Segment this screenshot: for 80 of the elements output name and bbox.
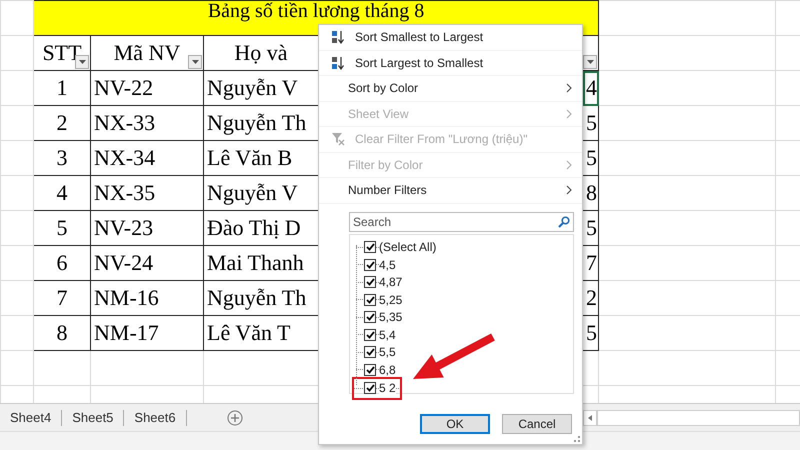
filter-button[interactable] <box>584 55 598 69</box>
checkbox[interactable] <box>364 364 376 376</box>
table-cell: 8 <box>586 180 597 205</box>
column-header: STT <box>42 40 82 65</box>
table-cell: 6 <box>56 250 68 275</box>
sheet-tab[interactable]: Sheet5 <box>62 410 124 426</box>
sheet-tab[interactable]: Sheet4 <box>0 410 62 426</box>
table-cell: NX-34 <box>94 145 156 170</box>
table-cell: 5 <box>56 215 68 240</box>
sort-ascending-icon <box>331 30 345 44</box>
table-cell: NX-33 <box>94 110 156 135</box>
value-label: 5,35 <box>379 310 402 324</box>
table-cell: 4 <box>56 180 68 205</box>
table-cell: Đào Thị D <box>207 215 301 240</box>
chevron-right-icon <box>566 185 572 196</box>
value-label: (Select All) <box>379 240 436 254</box>
table-cell: NV-24 <box>94 250 154 275</box>
table-cell: 8 <box>56 320 68 345</box>
checkbox[interactable] <box>364 241 376 254</box>
value-label: 5,25 <box>379 292 402 307</box>
table-cell: 5 <box>586 320 597 345</box>
value-label: 5 2 <box>379 381 396 395</box>
table-cell: Lê Văn T <box>207 320 290 345</box>
menu-item[interactable]: Sort by Color <box>319 76 582 102</box>
menu-item[interactable]: Sort Smallest to Largest <box>319 25 582 50</box>
clear-filter-icon <box>331 132 345 146</box>
sheet-title: Bảng số tiền lương tháng 8 <box>208 2 424 22</box>
caret-down-icon <box>78 60 86 64</box>
column-header: Họ và <box>234 40 288 65</box>
table-cell: Lê Văn B <box>207 145 292 170</box>
scroll-left-icon[interactable] <box>583 410 597 426</box>
checkbox[interactable] <box>364 311 376 324</box>
checkbox[interactable] <box>364 276 376 288</box>
menu-item[interactable]: Number Filters <box>319 178 582 204</box>
sheet-tab[interactable]: Sheet6 <box>124 410 187 426</box>
value-label: 6,8 <box>379 362 396 377</box>
value-label: 4,87 <box>379 275 402 290</box>
value-label: 5,5 <box>379 345 396 360</box>
table-cell: 4 <box>586 75 597 100</box>
table-cell: 5 <box>586 145 597 170</box>
table-cell: Nguyễn V <box>207 75 298 100</box>
value-label: 4,5 <box>379 258 396 272</box>
table-cell: 1 <box>56 75 68 100</box>
table-cell: NV-23 <box>94 215 154 240</box>
checkbox[interactable] <box>364 328 376 341</box>
table-cell: 2 <box>56 110 68 135</box>
dialog-button[interactable]: Cancel <box>502 414 572 434</box>
table-cell: Nguyễn Th <box>207 285 306 310</box>
table-cell: 3 <box>56 145 68 170</box>
table-cell: 7 <box>56 285 68 310</box>
chevron-right-icon <box>566 160 572 170</box>
dialog-button[interactable]: OK <box>420 414 490 434</box>
menu-item[interactable]: Sort Largest to Smallest <box>319 50 582 76</box>
table-cell: 5 <box>586 110 597 135</box>
table-cell: NV-22 <box>94 75 154 100</box>
search-field[interactable]: Search <box>349 212 574 232</box>
table-cell: NX-35 <box>94 180 156 205</box>
checkbox[interactable] <box>364 258 376 271</box>
value-label: 5,4 <box>379 328 396 342</box>
table-cell: Nguyễn V <box>207 180 298 205</box>
add-sheet-icon[interactable] <box>226 410 243 426</box>
checkbox[interactable] <box>364 294 376 306</box>
checkbox[interactable] <box>364 382 376 394</box>
sort-descending-icon <box>331 56 345 70</box>
table-cell: 5 <box>586 215 597 240</box>
column-header: Mã NV <box>114 40 180 65</box>
filter-button[interactable] <box>188 55 202 69</box>
table-cell: NM-17 <box>94 320 159 345</box>
caret-down-icon <box>192 60 198 64</box>
search-icon <box>558 216 570 228</box>
table-cell: Mai Thanh <box>207 250 304 275</box>
chevron-right-icon <box>566 108 572 119</box>
checkbox[interactable] <box>364 346 376 358</box>
table-cell: Nguyễn Th <box>207 110 306 135</box>
table-cell: NM-16 <box>94 285 159 310</box>
caret-down-icon <box>586 60 594 64</box>
table-cell: 2 <box>586 285 597 310</box>
chevron-right-icon <box>566 83 572 94</box>
resize-grip-icon[interactable] <box>574 436 580 442</box>
table-cell: 7 <box>586 250 597 275</box>
